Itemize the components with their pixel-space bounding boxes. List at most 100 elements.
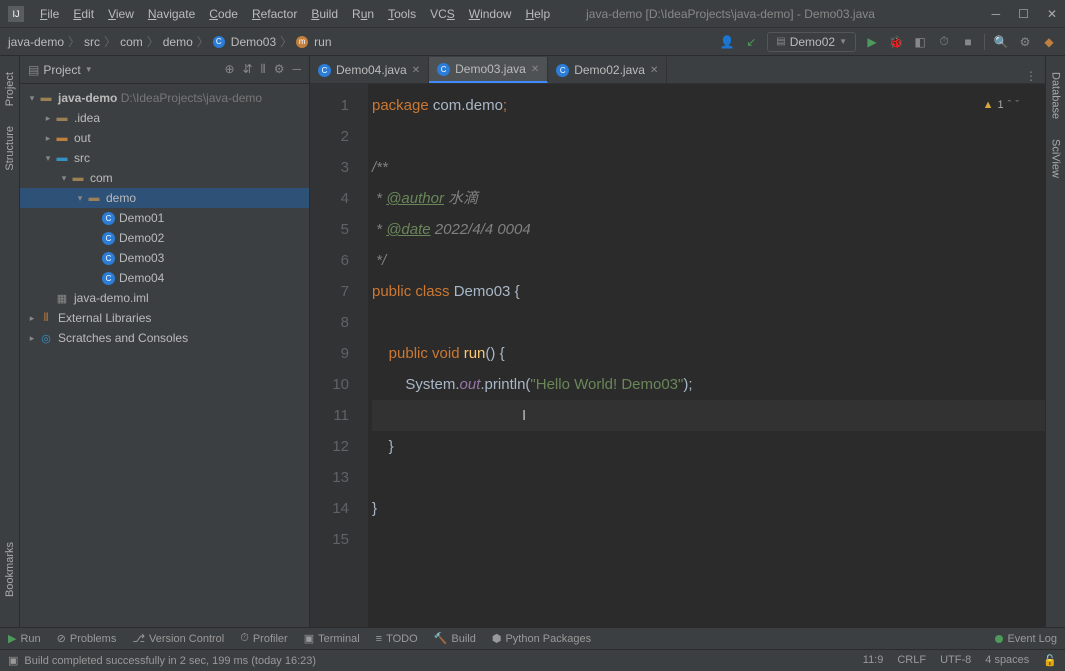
breadcrumb-com[interactable]: com [120,35,143,49]
menu-run[interactable]: Run [346,4,380,24]
menubar: File Edit View Navigate Code Refactor Bu… [34,4,556,24]
tree-file-demo04[interactable]: CDemo04 [20,268,309,288]
select-opened-icon[interactable]: ⊕ [225,62,235,77]
tab-close-icon[interactable]: ✕ [412,65,420,76]
tw-event-log[interactable]: Event Log [995,633,1057,645]
status-pos[interactable]: 11:9 [863,654,884,667]
breadcrumb-class[interactable]: Demo03 [231,35,276,49]
class-icon: C [437,63,450,76]
tw-problems[interactable]: ⊘Problems [57,632,117,645]
tw-build[interactable]: 🔨Build [434,632,476,645]
method-icon: m [296,36,308,48]
status-message: Build completed successfully in 2 sec, 1… [24,655,316,667]
menu-refactor[interactable]: Refactor [246,4,303,24]
menu-vcs[interactable]: VCS [424,4,461,24]
tree-root[interactable]: ▾▬ java-demo D:\IdeaProjects\java-demo [20,88,309,108]
class-icon: C [318,64,331,77]
status-icon[interactable]: ▣ [8,654,18,667]
tw-terminal[interactable]: ▣Terminal [304,632,360,645]
tree-file-demo03[interactable]: CDemo03 [20,248,309,268]
menu-help[interactable]: Help [519,4,556,24]
status-sep[interactable]: CRLF [897,654,926,667]
user-add-icon[interactable]: 👤 [719,34,735,50]
tw-python[interactable]: ⬢Python Packages [492,632,591,645]
class-icon: C [102,232,115,245]
settings-icon[interactable]: ⚙ [1017,34,1033,50]
profiler-icon[interactable]: ⏱ [936,34,952,50]
back-icon[interactable]: ↙ [743,34,759,50]
breadcrumb-src[interactable]: src [84,35,100,49]
project-tree: ▾▬ java-demo D:\IdeaProjects\java-demo ▸… [20,84,309,627]
collapse-all-icon[interactable]: ⫴ [261,62,266,77]
menu-build[interactable]: Build [305,4,344,24]
breadcrumb: java-demo〉 src〉 com〉 demo〉 CDemo03〉 mrun [8,33,332,50]
breadcrumb-project[interactable]: java-demo [8,35,64,49]
bottom-tool-strip: ▶Run ⊘Problems ⎇Version Control ⏱Profile… [0,627,1065,649]
maximize-icon[interactable]: ☐ [1018,7,1029,21]
structure-tab[interactable]: Structure [4,126,16,171]
minimize-icon[interactable]: ─ [992,7,1001,21]
status-enc[interactable]: UTF-8 [940,654,971,667]
inspection-indicator[interactable]: ▲1 ˆˇ [983,90,1019,121]
close-icon[interactable]: ✕ [1047,7,1057,21]
run-config-name: Demo02 [790,35,835,49]
tree-file-demo02[interactable]: CDemo02 [20,228,309,248]
status-indent[interactable]: 4 spaces [985,654,1029,667]
tw-profiler[interactable]: ⏱Profiler [240,632,287,645]
tab-demo02[interactable]: C Demo02.java ✕ [548,57,667,83]
class-icon: C [102,252,115,265]
tw-run[interactable]: ▶Run [8,632,41,645]
window-title: java-demo [D:\IdeaProjects\java-demo] - … [586,7,875,21]
tree-idea[interactable]: ▸▬.idea [20,108,309,128]
tab-close-icon[interactable]: ✕ [650,65,658,76]
project-panel: ▤ Project ▼ ⊕ ⇵ ⫴ ⚙ ─ ▾▬ java-demo D:\Id… [20,56,310,627]
menu-navigate[interactable]: Navigate [142,4,201,24]
tree-ext-libs[interactable]: ▸⫴External Libraries [20,308,309,328]
breadcrumb-method[interactable]: run [314,35,331,49]
panel-settings-icon[interactable]: ⚙ [274,62,285,77]
status-readonly-icon[interactable]: 🔓 [1043,654,1057,667]
expand-all-icon[interactable]: ⇵ [243,62,253,77]
tab-demo03[interactable]: C Demo03.java ✕ [429,57,548,83]
code-editor[interactable]: 123456789101112131415 ▲1 ˆˇ package com.… [310,84,1045,627]
panel-title[interactable]: ▤ Project ▼ [28,63,93,77]
misc-icon[interactable]: ◆ [1041,34,1057,50]
run-icon[interactable]: ▶ [864,34,880,50]
tab-close-icon[interactable]: ✕ [531,64,539,75]
bookmarks-tab[interactable]: Bookmarks [4,542,16,597]
sciview-tab[interactable]: SciView [1050,139,1062,178]
breadcrumb-demo[interactable]: demo [163,35,193,49]
class-icon: C [102,212,115,225]
stop-icon[interactable]: ■ [960,34,976,50]
menu-file[interactable]: File [34,4,65,24]
search-icon[interactable]: 🔍 [993,34,1009,50]
coverage-icon[interactable]: ◧ [912,34,928,50]
tree-src[interactable]: ▾▬src [20,148,309,168]
tree-out[interactable]: ▸▬out [20,128,309,148]
statusbar: ▣ Build completed successfully in 2 sec,… [0,649,1065,671]
left-tool-strip: Project Structure Bookmarks [0,56,20,627]
app-logo: IJ [8,6,24,22]
tree-demo-pkg[interactable]: ▾▬demo [20,188,309,208]
tab-demo04[interactable]: C Demo04.java ✕ [310,57,429,83]
project-tab[interactable]: Project [4,72,16,106]
tree-com[interactable]: ▾▬com [20,168,309,188]
class-icon: C [102,272,115,285]
debug-icon[interactable]: 🐞 [888,34,904,50]
run-config-selector[interactable]: ▤ Demo02 ▼ [767,32,856,52]
database-tab[interactable]: Database [1050,72,1062,119]
tree-iml[interactable]: ▦java-demo.iml [20,288,309,308]
tabs-more-icon[interactable]: ⋮ [1017,69,1045,83]
tree-scratches[interactable]: ▸◎Scratches and Consoles [20,328,309,348]
menu-code[interactable]: Code [203,4,244,24]
tw-todo[interactable]: ≡TODO [376,633,418,645]
editor-tabs: C Demo04.java ✕ C Demo03.java ✕ C Demo02… [310,56,1045,84]
hide-panel-icon[interactable]: ─ [292,62,301,77]
menu-window[interactable]: Window [463,4,518,24]
menu-edit[interactable]: Edit [67,4,100,24]
tw-vcs[interactable]: ⎇Version Control [132,632,224,645]
right-tool-strip: Database SciView [1045,56,1065,627]
menu-view[interactable]: View [102,4,140,24]
tree-file-demo01[interactable]: CDemo01 [20,208,309,228]
menu-tools[interactable]: Tools [382,4,422,24]
